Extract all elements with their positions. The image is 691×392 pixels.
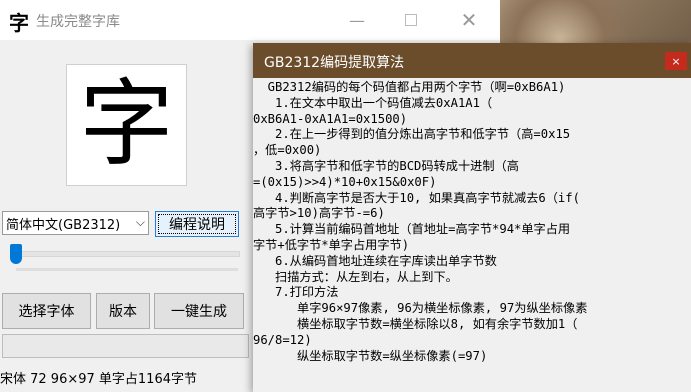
description-line: ，低=0x00) [253,143,322,158]
minimize-icon: — [349,10,365,30]
dialog-close-button[interactable]: × [665,52,687,70]
description-line: 字节+低字节*单字占用字节) [253,237,410,252]
progress-field [2,334,249,358]
maximize-button[interactable] [388,0,434,40]
maximize-icon [405,14,417,26]
algorithm-dialog: GB2312编码提取算法 × GB2312编码的每个码值都占用两个字节（啊=0x… [253,43,691,392]
description-line: 2.在上一步得到的值分炼出高字节和低字节（高=0x15 [253,127,571,142]
version-button[interactable]: 版本 [96,293,150,329]
programming-help-button[interactable]: 编程说明 [155,211,239,237]
description-line: =(0x15)>>4)*10+0x15&0x0F) [253,174,437,189]
description-line: 96/8=12) [253,332,312,347]
dialog-title: GB2312编码提取算法 [264,55,405,71]
description-line: 4.判断高字节是否大于10, 如果真高字节就减去6（if( [253,190,580,205]
main-titlebar: 字 生成完整字库 — ✕ [0,0,500,40]
slider-tick-bar [16,268,238,271]
size-slider-track[interactable] [16,251,240,257]
description-line: GB2312编码的每个码值都占用两个字节（啊=0xB6A1) [253,80,566,94]
description-line: 高字节>10)高字节-=6) [253,206,385,221]
minimize-button[interactable]: — [334,0,380,40]
description-line: 3.将高字节和低字节的BCD码转成十进制（高 [253,158,519,173]
glyph-preview: 字 [66,64,187,186]
window-title: 生成完整字库 [36,14,120,30]
description-line: 单字96×97像素, 96为横坐标像素, 97为纵坐标像素 [253,301,588,316]
description-line: 1.在文本中取出一个码值减去0xA1A1（ [253,95,493,110]
description-line: 纵坐标取字节数=纵坐标像素(=97) [253,348,488,363]
dialog-titlebar: GB2312编码提取算法 × [253,43,691,78]
chevron-down-icon: ⌵ [135,215,145,229]
description-line: 5.计算当前编码首地址（首地址=高字节*94*单字占用 [253,222,571,237]
encoding-selected-value: 简体中文(GB2312) [6,217,121,233]
description-line: 横坐标取字节数=横坐标除以8, 如有余字节数加1（ [253,316,578,331]
description-line: 7.打印方法 [253,285,339,300]
app-icon: 字 [9,11,29,35]
size-slider-thumb[interactable] [10,244,22,264]
description-line: 6.从编码首地址连续在字库读出单字节数 [253,253,497,268]
encoding-select[interactable]: 简体中文(GB2312) ⌵ [2,211,149,235]
close-icon: ✕ [460,8,478,32]
description-line: 扫描方式：从左到右，从上到下。 [253,269,458,284]
generate-button[interactable]: 一键生成 [154,293,244,329]
choose-font-button[interactable]: 选择字体 [2,293,91,329]
algorithm-description: GB2312编码的每个码值都占用两个字节（啊=0xB6A1) 1.在文本中取出一… [253,80,691,392]
font-info-status: 宋体 72 96×97 单字占1164字节 [0,372,197,387]
close-button[interactable]: ✕ [446,0,492,40]
description-line: 0xB6A1-0xA1A1=0x1500) [253,111,408,126]
preview-character: 字 [79,70,174,179]
close-icon: × [671,54,681,68]
